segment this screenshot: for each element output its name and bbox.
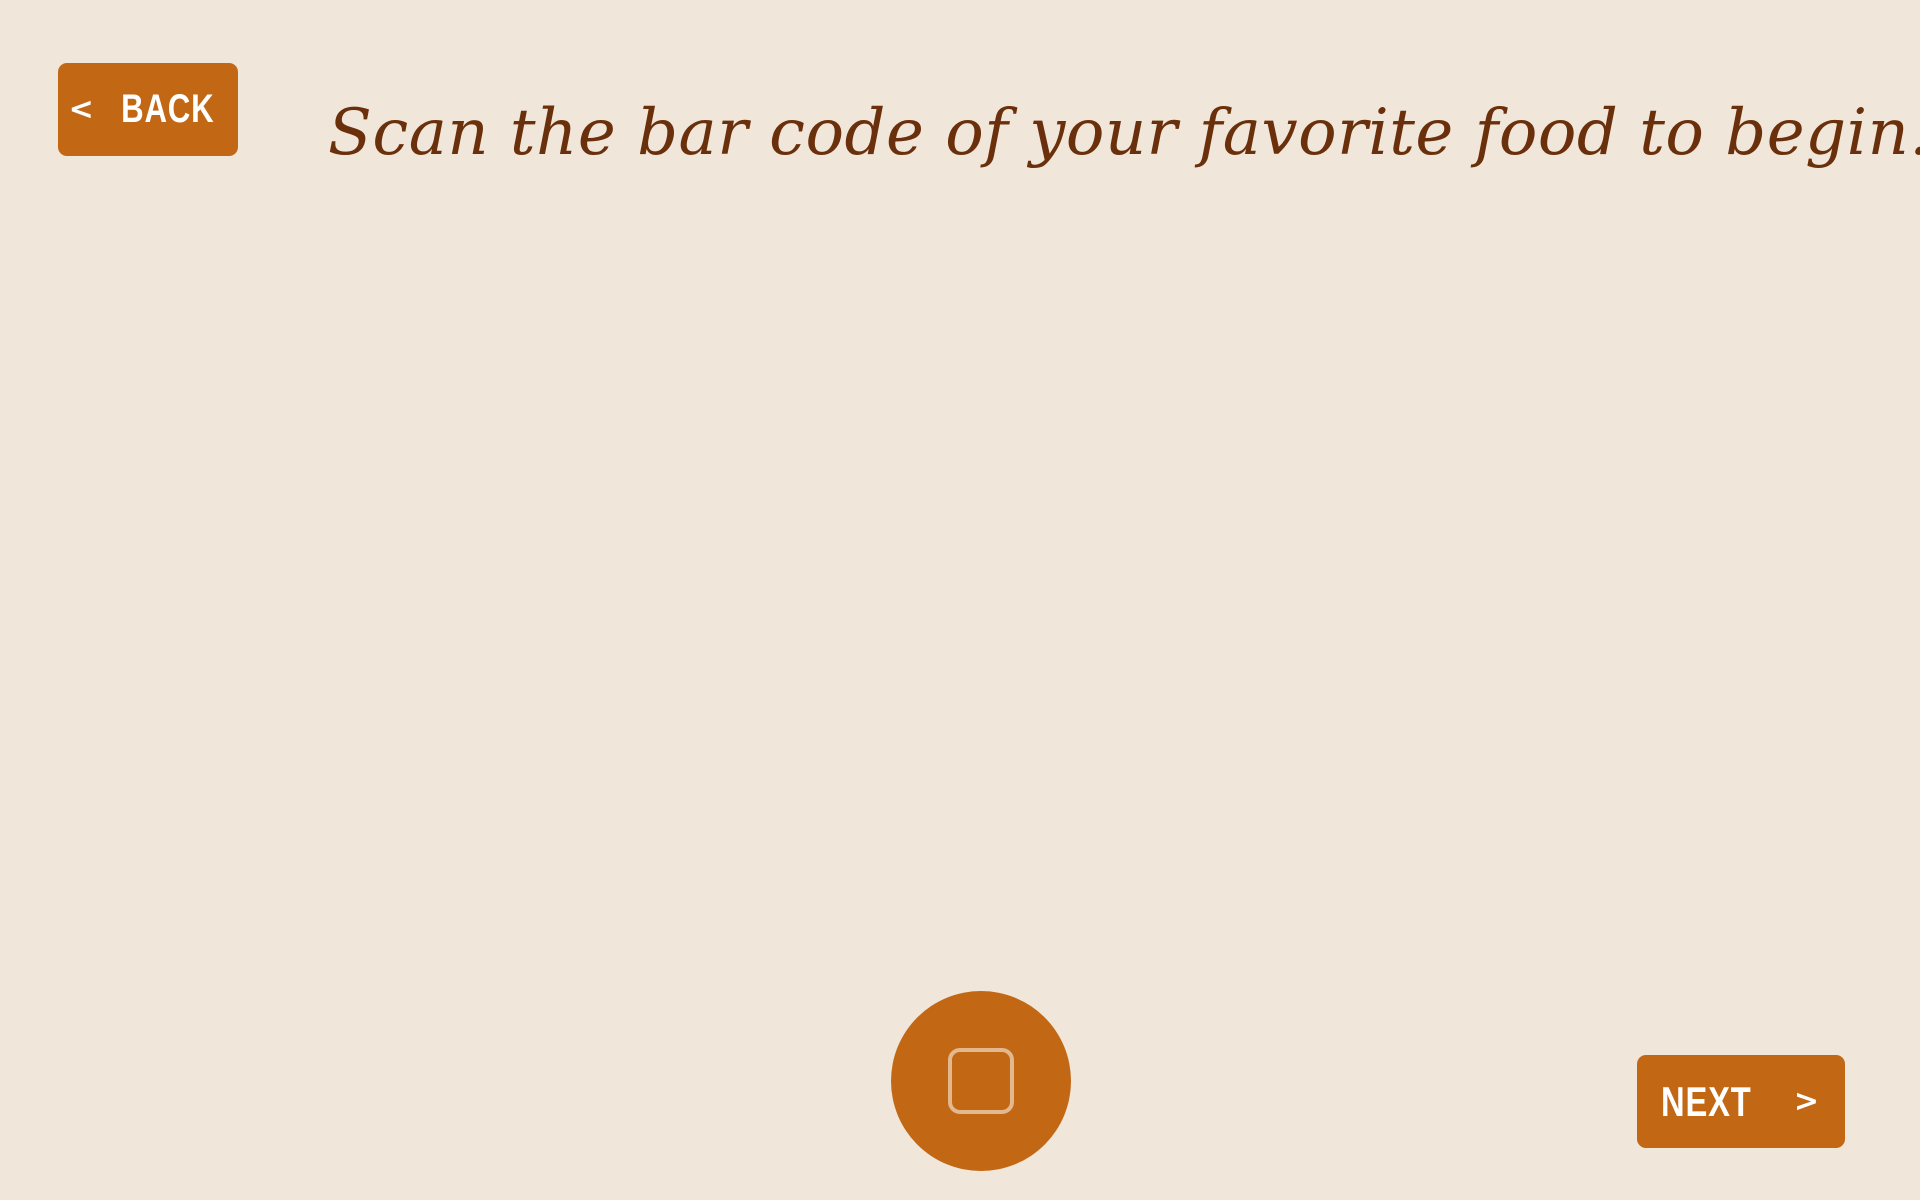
next-button[interactable]: NEXT > [1637,1055,1845,1148]
next-button-label: NEXT [1661,1077,1752,1125]
back-button[interactable]: < BACK [58,63,238,156]
square-icon [948,1048,1014,1114]
capture-button[interactable] [891,991,1071,1171]
page-title: Scan the bar code of your favorite food … [328,96,1920,170]
back-button-label: BACK [120,87,215,131]
chevron-right-icon: > [1793,1084,1819,1119]
chevron-left-icon: < [68,92,94,127]
scan-screen: < BACK Scan the bar code of your favorit… [0,0,1920,1200]
